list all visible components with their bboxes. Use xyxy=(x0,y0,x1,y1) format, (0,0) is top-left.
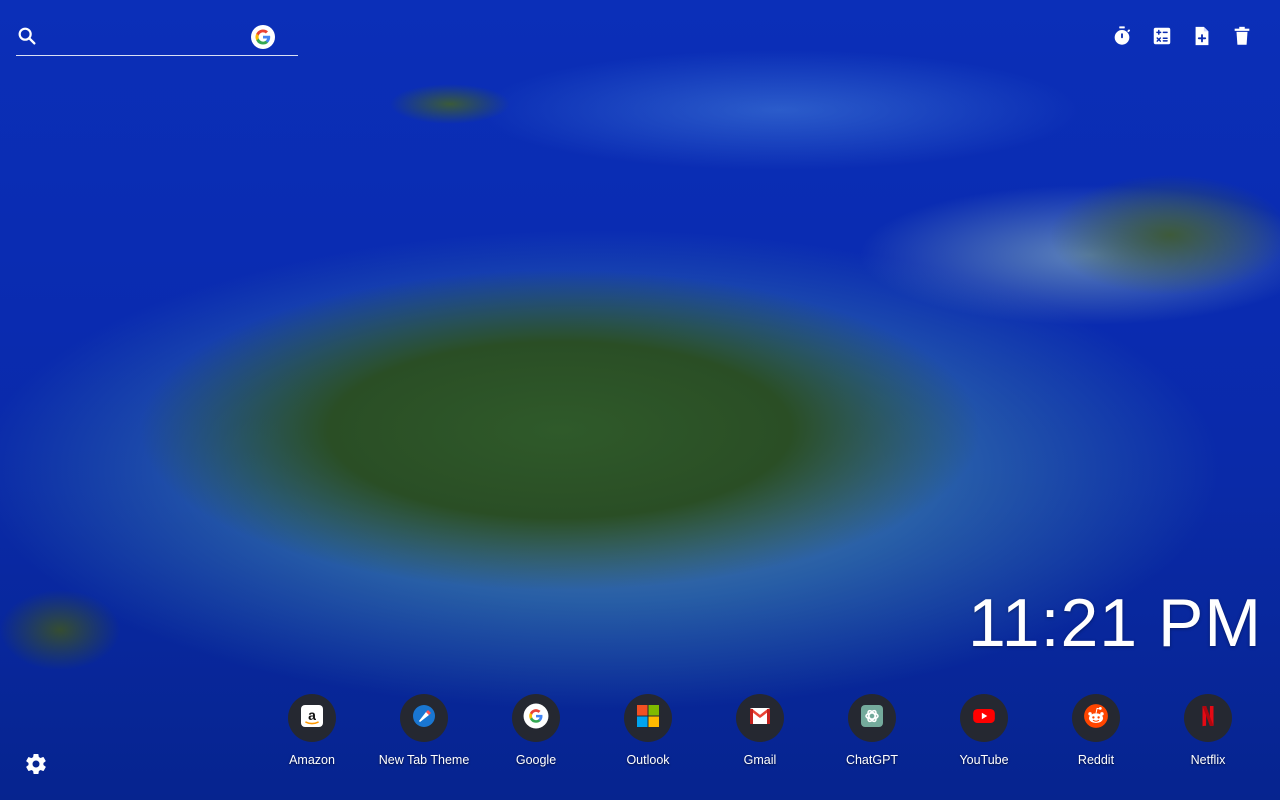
shortcut-chatgpt-circle xyxy=(848,694,896,742)
search-icon[interactable] xyxy=(16,25,40,49)
shortcut-new-tab-theme-circle xyxy=(400,694,448,742)
shortcut-outlook[interactable]: Outlook xyxy=(592,694,704,767)
shortcut-label: ChatGPT xyxy=(845,753,899,767)
shortcut-bar: a Amazon New Tab Theme Google Outlook Gm… xyxy=(256,694,1264,767)
shortcut-reddit[interactable]: Reddit xyxy=(1040,694,1152,767)
shortcut-label: Amazon xyxy=(289,753,335,767)
shortcut-gmail-circle xyxy=(736,694,784,742)
shortcut-amazon[interactable]: a Amazon xyxy=(256,694,368,767)
timer-icon[interactable] xyxy=(1108,22,1136,50)
shortcut-google-circle xyxy=(512,694,560,742)
shortcut-label: Gmail xyxy=(743,753,777,767)
chatgpt-icon xyxy=(860,704,884,733)
shortcut-label: Google xyxy=(515,753,557,767)
shortcut-label: New Tab Theme xyxy=(378,753,470,767)
search-input[interactable] xyxy=(46,26,256,50)
shortcut-label: Netflix xyxy=(1190,753,1226,767)
google-icon xyxy=(523,703,549,734)
shortcut-youtube[interactable]: YouTube xyxy=(928,694,1040,767)
amazon-icon: a xyxy=(300,704,324,733)
shortcut-netflix[interactable]: Netflix xyxy=(1152,694,1264,767)
reddit-icon xyxy=(1083,703,1109,734)
netflix-icon xyxy=(1196,704,1220,733)
shortcut-netflix-circle xyxy=(1184,694,1232,742)
shortcut-chatgpt[interactable]: ChatGPT xyxy=(816,694,928,767)
top-toolbar xyxy=(1108,22,1256,50)
gmail-icon xyxy=(748,704,772,733)
shortcut-google[interactable]: Google xyxy=(480,694,592,767)
shortcut-label: Reddit xyxy=(1077,753,1115,767)
shortcut-outlook-circle xyxy=(624,694,672,742)
shortcut-label: Outlook xyxy=(626,753,670,767)
calculator-icon[interactable] xyxy=(1148,22,1176,50)
svg-text:a: a xyxy=(308,707,316,723)
shortcut-new-tab-theme[interactable]: New Tab Theme xyxy=(368,694,480,767)
new-note-icon[interactable] xyxy=(1188,22,1216,50)
google-g-icon[interactable] xyxy=(251,25,275,49)
gear-icon[interactable] xyxy=(24,752,48,776)
clock-time: 11:21 PM xyxy=(967,585,1262,661)
trash-icon[interactable] xyxy=(1228,22,1256,50)
search-bar xyxy=(16,22,298,56)
new-tab-theme-icon xyxy=(412,704,436,733)
shortcut-amazon-circle: a xyxy=(288,694,336,742)
shortcut-label: YouTube xyxy=(959,753,1009,767)
shortcut-reddit-circle xyxy=(1072,694,1120,742)
shortcut-youtube-circle xyxy=(960,694,1008,742)
youtube-icon xyxy=(971,703,997,734)
shortcut-gmail[interactable]: Gmail xyxy=(704,694,816,767)
microsoft-icon xyxy=(636,704,660,733)
